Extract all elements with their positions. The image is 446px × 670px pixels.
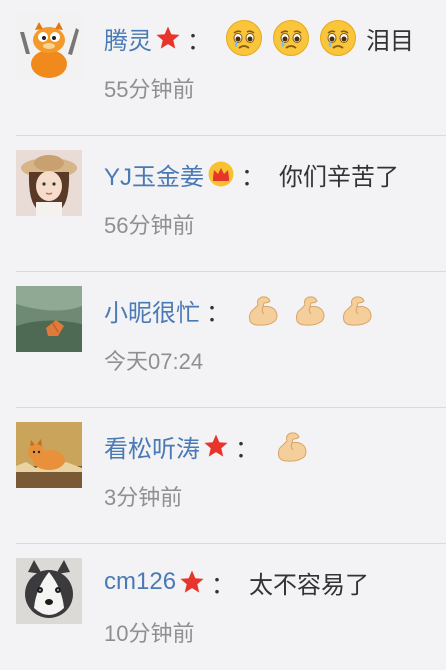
comment-item: cm126 ： 太不容易了 10分钟前 xyxy=(0,544,446,670)
star-icon xyxy=(203,433,229,459)
comment-item: 腾灵 ： 泪目 55分钟前 xyxy=(0,0,446,136)
crying-emoji-icon xyxy=(319,19,357,57)
timestamp: 55分钟前 xyxy=(104,77,195,102)
separator: ： xyxy=(241,163,266,191)
star-icon xyxy=(155,25,181,51)
comment-content xyxy=(273,427,320,465)
flexed-biceps-icon xyxy=(338,291,376,329)
comment-content xyxy=(244,291,385,329)
comment-header: cm126 ： 太不容易了 xyxy=(104,562,369,602)
comment-feed: 腾灵 ： 泪目 55分钟前 YJ玉金姜 ： 你们辛苦了 56分钟前 小昵很忙 ：… xyxy=(0,0,446,670)
timestamp: 10分钟前 xyxy=(104,621,195,646)
garfield-avatar-icon xyxy=(16,14,82,80)
crying-emoji-icon xyxy=(272,19,310,57)
leaf-avatar-icon xyxy=(16,286,82,352)
avatar[interactable] xyxy=(16,14,82,80)
comment-content: 太不容易了 xyxy=(249,565,369,600)
comment-text: 你们辛苦了 xyxy=(279,163,400,191)
crown-icon xyxy=(207,161,235,187)
username[interactable]: 小昵很忙 xyxy=(104,293,200,328)
separator: ： xyxy=(206,299,230,327)
comment-header: 腾灵 ： 泪目 xyxy=(104,18,414,58)
comment-text: 太不容易了 xyxy=(249,571,370,599)
husky-avatar-icon xyxy=(16,558,82,624)
flexed-biceps-icon xyxy=(273,427,311,465)
username[interactable]: cm126 xyxy=(104,568,176,596)
crying-emoji-icon xyxy=(225,19,263,57)
separator: ： xyxy=(211,571,236,599)
username[interactable]: 看松听涛 xyxy=(104,429,200,464)
comment-text: 泪目 xyxy=(366,27,414,55)
username[interactable]: 腾灵 xyxy=(104,21,152,56)
username[interactable]: YJ玉金姜 xyxy=(104,157,204,192)
avatar[interactable] xyxy=(16,422,82,488)
comment-item: 小昵很忙 ： 今天07:24 xyxy=(0,272,446,408)
flexed-biceps-icon xyxy=(244,291,282,329)
flexed-biceps-icon xyxy=(291,291,329,329)
comment-item: 看松听涛 ： 3分钟前 xyxy=(0,408,446,544)
timestamp: 56分钟前 xyxy=(104,213,195,238)
separator: ： xyxy=(187,27,211,55)
avatar[interactable] xyxy=(16,286,82,352)
cat-avatar-icon xyxy=(16,422,82,488)
comment-item: YJ玉金姜 ： 你们辛苦了 56分钟前 xyxy=(0,136,446,272)
comment-content: 泪目 xyxy=(225,19,414,57)
separator: ： xyxy=(235,435,259,463)
comment-header: YJ玉金姜 ： 你们辛苦了 xyxy=(104,154,399,194)
comment-header: 小昵很忙 ： xyxy=(104,290,385,330)
timestamp: 今天07:24 xyxy=(104,349,204,374)
star-icon xyxy=(179,569,205,595)
girl-avatar-icon xyxy=(16,150,82,216)
comment-header: 看松听涛 ： xyxy=(104,426,320,466)
comment-content: 你们辛苦了 xyxy=(279,157,399,192)
timestamp: 3分钟前 xyxy=(104,485,183,510)
avatar[interactable] xyxy=(16,558,82,624)
avatar[interactable] xyxy=(16,150,82,216)
